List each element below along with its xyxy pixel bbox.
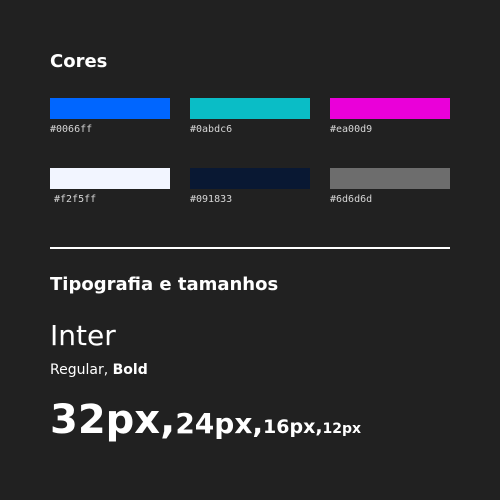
size-sample-label: 12px xyxy=(322,421,362,437)
colors-section-title: Cores xyxy=(50,51,108,72)
size-sample-label: 24px xyxy=(175,407,253,440)
font-weights: Regular, Bold xyxy=(50,363,148,377)
size-sample-separator: , xyxy=(160,397,176,443)
size-sample-separator: , xyxy=(315,416,323,438)
size-sample-label: 16px xyxy=(263,416,316,438)
size-sample-separator: , xyxy=(252,407,264,440)
size-sample-label: 32px xyxy=(50,397,161,443)
swatch-hex-label: #0abdc6 xyxy=(190,124,233,135)
swatch-hex-label: #091833 xyxy=(190,194,233,205)
swatch-hex-label: #f2f5ff xyxy=(54,194,97,205)
weight-separator: , xyxy=(103,362,113,378)
size-sample-24: 24px, xyxy=(175,410,263,438)
color-swatch-gray: #6d6d6d xyxy=(330,168,450,205)
section-divider xyxy=(50,247,450,249)
swatch-fill xyxy=(330,168,450,189)
swatch-fill xyxy=(50,98,170,119)
color-swatch-magenta: #ea00d9 xyxy=(330,98,450,135)
font-size-samples: 32px, 24px, 16px, 12px xyxy=(50,400,361,460)
size-sample-16: 16px, xyxy=(263,418,323,437)
font-family-name: Inter xyxy=(50,319,116,352)
typography-section-title: Tipografia e tamanhos xyxy=(50,274,279,295)
swatch-fill xyxy=(330,98,450,119)
size-sample-32: 32px, xyxy=(50,400,175,440)
weight-bold: Bold xyxy=(112,362,148,378)
swatch-fill xyxy=(190,98,310,119)
swatch-hex-label: #0066ff xyxy=(50,124,93,135)
color-swatch-navy: #091833 xyxy=(190,168,310,205)
color-swatch-offwhite: #f2f5ff xyxy=(50,168,170,205)
swatch-fill xyxy=(50,168,170,189)
swatch-hex-label: #6d6d6d xyxy=(330,194,373,205)
color-swatch-blue: #0066ff xyxy=(50,98,170,135)
swatch-fill xyxy=(190,168,310,189)
size-sample-12: 12px xyxy=(323,422,362,436)
swatch-hex-label: #ea00d9 xyxy=(330,124,373,135)
weight-regular: Regular xyxy=(50,362,104,378)
color-swatch-teal: #0abdc6 xyxy=(190,98,310,135)
